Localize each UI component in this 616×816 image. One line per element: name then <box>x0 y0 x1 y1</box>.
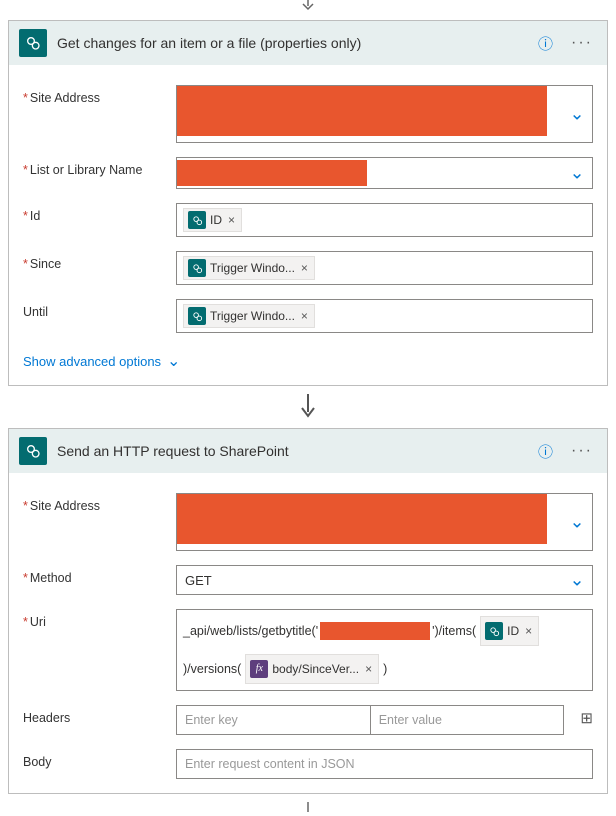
arrow-down-icon <box>0 0 616 12</box>
placeholder-text: Enter request content in JSON <box>185 757 355 771</box>
close-icon[interactable]: × <box>363 657 374 681</box>
sharepoint-icon <box>188 211 206 229</box>
label-site-address: Site Address <box>23 493 168 513</box>
uri-text: ')/items( <box>432 619 476 643</box>
uri-input[interactable]: _api/web/lists/getbytitle(' ')/items( ID … <box>176 609 593 691</box>
chevron-down-icon[interactable]: ⌄ <box>566 104 588 125</box>
card-title: Send an HTTP request to SharePoint <box>57 443 524 459</box>
token-id[interactable]: ID × <box>480 616 539 646</box>
site-address-input[interactable]: ⌄ <box>176 85 593 143</box>
list-library-input[interactable]: ⌄ <box>176 157 593 189</box>
since-input[interactable]: Trigger Windo... × <box>176 251 593 285</box>
method-select[interactable]: GET ⌄ <box>176 565 593 595</box>
help-icon[interactable]: ⓘ <box>534 441 557 462</box>
site-address-input[interactable]: ⌄ <box>176 493 593 551</box>
text-mode-icon[interactable]: ⊞ <box>580 705 593 727</box>
chevron-down-icon[interactable]: ⌄ <box>566 163 588 184</box>
label-uri: Uri <box>23 609 168 629</box>
arrow-down-icon <box>0 802 616 816</box>
uri-text: )/versions( <box>183 657 241 681</box>
token-label: body/SinceVer... <box>272 657 359 681</box>
token-id[interactable]: ID × <box>183 208 242 232</box>
token-label: ID <box>210 213 222 227</box>
sharepoint-icon <box>19 437 47 465</box>
chevron-down-icon[interactable]: ⌄ <box>566 512 588 533</box>
token-until[interactable]: Trigger Windo... × <box>183 304 315 328</box>
help-icon[interactable]: ⓘ <box>534 33 557 54</box>
token-label: ID <box>507 619 519 643</box>
arrow-down-icon <box>0 394 616 420</box>
close-icon[interactable]: × <box>299 309 310 323</box>
show-advanced-toggle[interactable]: Show advanced options ⌄ <box>23 351 180 371</box>
token-label: Trigger Windo... <box>210 309 295 323</box>
fx-icon <box>250 660 268 678</box>
close-icon[interactable]: × <box>523 619 534 643</box>
redacted-value <box>177 86 547 136</box>
uri-text: ) <box>383 657 387 681</box>
sharepoint-icon <box>485 622 503 640</box>
close-icon[interactable]: × <box>299 261 310 275</box>
action-card-get-changes: Get changes for an item or a file (prope… <box>8 20 608 386</box>
headers-key-input[interactable]: Enter key <box>176 705 370 735</box>
label-until: Until <box>23 299 168 319</box>
body-input[interactable]: Enter request content in JSON <box>176 749 593 779</box>
until-input[interactable]: Trigger Windo... × <box>176 299 593 333</box>
redacted-value <box>320 622 430 640</box>
method-value: GET <box>185 573 212 588</box>
label-id: Id <box>23 203 168 223</box>
redacted-value <box>177 494 547 544</box>
more-menu-icon[interactable]: ··· <box>567 34 597 52</box>
label-method: Method <box>23 565 168 585</box>
close-icon[interactable]: × <box>226 213 237 227</box>
chevron-down-icon: ⌄ <box>167 351 180 371</box>
label-headers: Headers <box>23 705 168 725</box>
more-menu-icon[interactable]: ··· <box>567 442 597 460</box>
sharepoint-icon <box>188 259 206 277</box>
uri-text: _api/web/lists/getbytitle(' <box>183 619 318 643</box>
card-header[interactable]: Get changes for an item or a file (prope… <box>9 21 607 65</box>
id-input[interactable]: ID × <box>176 203 593 237</box>
label-list-library: List or Library Name <box>23 157 168 177</box>
sharepoint-icon <box>19 29 47 57</box>
token-since-version[interactable]: body/SinceVer... × <box>245 654 379 684</box>
card-title: Get changes for an item or a file (prope… <box>57 35 524 51</box>
show-advanced-label: Show advanced options <box>23 354 161 369</box>
placeholder-text: Enter key <box>185 713 238 727</box>
label-site-address: Site Address <box>23 85 168 105</box>
token-label: Trigger Windo... <box>210 261 295 275</box>
placeholder-text: Enter value <box>379 713 442 727</box>
headers-value-input[interactable]: Enter value <box>370 705 565 735</box>
chevron-down-icon[interactable]: ⌄ <box>566 570 588 591</box>
label-since: Since <box>23 251 168 271</box>
action-card-http-request: Send an HTTP request to SharePoint ⓘ ···… <box>8 428 608 794</box>
card-header[interactable]: Send an HTTP request to SharePoint ⓘ ··· <box>9 429 607 473</box>
sharepoint-icon <box>188 307 206 325</box>
redacted-value <box>177 160 367 186</box>
token-since[interactable]: Trigger Windo... × <box>183 256 315 280</box>
label-body: Body <box>23 749 168 769</box>
